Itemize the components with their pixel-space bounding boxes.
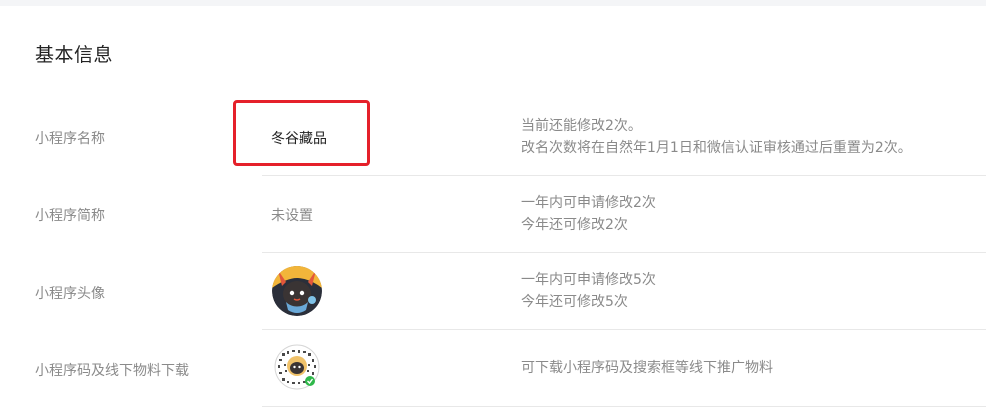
highlight-box — [233, 100, 370, 166]
row-desc-short-name: 一年内可申请修改2次 今年还可修改2次 — [521, 192, 656, 236]
row-desc-avatar-line2: 今年还可修改5次 — [521, 294, 628, 310]
section-title: 基本信息 — [35, 44, 114, 66]
row-divider — [262, 175, 986, 176]
row-label-short-name: 小程序简称 — [35, 208, 105, 224]
row-desc-name-line2: 改名次数将在自然年1月1日和微信认证审核通过后重置为2次。 — [521, 140, 912, 156]
mini-program-code-image — [274, 344, 320, 390]
avatar-image — [272, 266, 322, 316]
row-desc-avatar: 一年内可申请修改5次 今年还可修改5次 — [521, 269, 656, 313]
row-desc-name-line1: 当前还能修改2次。 — [521, 118, 642, 134]
mini-program-avatar-icon[interactable] — [272, 266, 322, 316]
row-desc-code: 可下载小程序码及搜索框等线下推广物料 — [521, 357, 773, 379]
row-value-short-name[interactable]: 未设置 — [271, 205, 313, 225]
row-divider — [262, 406, 986, 407]
row-desc-short-name-line1: 一年内可申请修改2次 — [521, 195, 656, 211]
row-label-name: 小程序名称 — [35, 131, 105, 147]
row-desc-short-name-line2: 今年还可修改2次 — [521, 217, 628, 233]
mini-program-code-icon[interactable] — [272, 344, 322, 390]
row-desc-avatar-line1: 一年内可申请修改5次 — [521, 272, 656, 288]
row-desc-code-line1: 可下载小程序码及搜索框等线下推广物料 — [521, 360, 773, 376]
row-label-avatar: 小程序头像 — [35, 286, 105, 302]
row-divider — [262, 252, 986, 253]
row-label-code: 小程序码及线下物料下载 — [35, 363, 189, 379]
row-divider — [262, 329, 986, 330]
top-strip — [0, 0, 986, 6]
row-desc-name: 当前还能修改2次。 改名次数将在自然年1月1日和微信认证审核通过后重置为2次。 — [521, 115, 912, 159]
basic-info-page: 基本信息 小程序名称 冬谷藏品 当前还能修改2次。 改名次数将在自然年1月1日和… — [0, 0, 986, 408]
